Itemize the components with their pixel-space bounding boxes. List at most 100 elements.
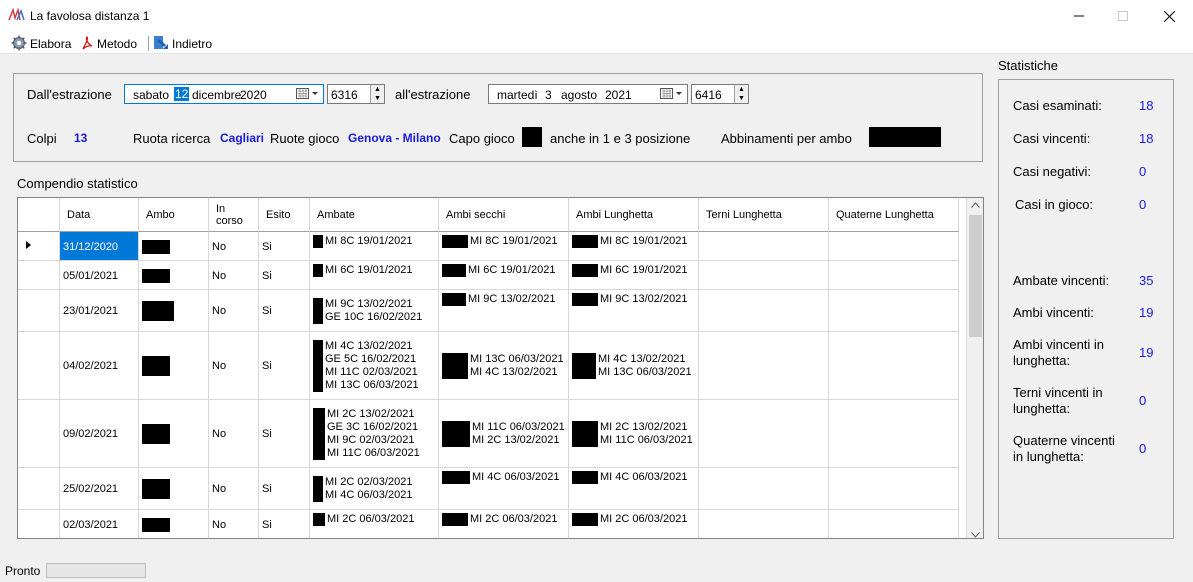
cell-in-corso[interactable]: No bbox=[209, 261, 259, 290]
cell-terni-lunghetta[interactable] bbox=[699, 510, 829, 538]
cell-terni-lunghetta[interactable] bbox=[699, 468, 829, 510]
cell-esito[interactable]: Si bbox=[259, 468, 310, 510]
cell-in-corso[interactable]: No bbox=[209, 290, 259, 332]
cell-quaterne-lunghetta[interactable] bbox=[829, 332, 959, 400]
from-number-stepper[interactable]: 6316 ▲ ▼ bbox=[327, 84, 385, 104]
chevron-down-icon[interactable]: ▼ bbox=[738, 95, 745, 103]
cell-data[interactable]: 05/01/2021 bbox=[60, 261, 139, 290]
cell-ambi-lunghetta[interactable]: MI 9C 13/02/2021 bbox=[569, 290, 699, 332]
table-row[interactable]: 05/01/2021 No Si MI 6C 19/01/2021 MI 6C 19/0… bbox=[18, 261, 959, 290]
cell-ambi-secchi[interactable]: MI 13C 06/03/2021 MI 4C 13/02/2021 bbox=[439, 332, 569, 400]
elabora-button[interactable]: Elabora bbox=[11, 35, 71, 53]
cell-esito[interactable]: Si bbox=[259, 261, 310, 290]
cell-ambi-secchi[interactable]: MI 2C 06/03/2021 bbox=[439, 510, 569, 538]
chevron-up-icon[interactable]: ▲ bbox=[738, 86, 745, 94]
to-month[interactable]: agosto bbox=[561, 88, 597, 102]
cell-ambi-lunghetta[interactable]: MI 4C 13/02/2021 MI 13C 06/03/2021 bbox=[569, 332, 699, 400]
cell-data[interactable]: 23/01/2021 bbox=[60, 290, 139, 332]
cell-quaterne-lunghetta[interactable] bbox=[829, 510, 959, 538]
cell-terni-lunghetta[interactable] bbox=[699, 332, 829, 400]
cell-quaterne-lunghetta[interactable] bbox=[829, 468, 959, 510]
cell-esito[interactable]: Si bbox=[259, 232, 310, 261]
cell-ambate[interactable]: MI 4C 13/02/2021 GE 5C 16/02/2021 MI 11C… bbox=[310, 332, 439, 400]
chevron-up-icon[interactable]: ▲ bbox=[374, 86, 381, 94]
from-year[interactable]: 2020 bbox=[240, 88, 267, 102]
cell-data[interactable]: 04/02/2021 bbox=[60, 332, 139, 400]
column-header-ambi-lunghetta[interactable]: Ambi Lunghetta bbox=[569, 198, 699, 232]
cell-quaterne-lunghetta[interactable] bbox=[829, 261, 959, 290]
cell-data[interactable]: 31/12/2020 bbox=[60, 232, 139, 261]
to-stepper-buttons[interactable]: ▲ ▼ bbox=[734, 85, 748, 103]
cell-ambate[interactable]: MI 2C 06/03/2021 bbox=[310, 510, 439, 538]
cell-ambi-lunghetta[interactable]: MI 2C 06/03/2021 bbox=[569, 510, 699, 538]
cell-ambate[interactable]: MI 9C 13/02/2021 GE 10C 16/02/2021 bbox=[310, 290, 439, 332]
cell-ambate[interactable]: MI 2C 13/02/2021 GE 3C 16/02/2021 MI 9C … bbox=[310, 400, 439, 468]
cell-in-corso[interactable]: No bbox=[209, 232, 259, 261]
cell-quaterne-lunghetta[interactable] bbox=[829, 400, 959, 468]
cell-ambo[interactable] bbox=[139, 332, 209, 400]
minimize-button[interactable] bbox=[1056, 0, 1102, 32]
cell-ambi-secchi[interactable]: MI 11C 06/03/2021 MI 2C 13/02/2021 bbox=[439, 400, 569, 468]
cell-ambo[interactable] bbox=[139, 400, 209, 468]
column-header-ambate[interactable]: Ambate bbox=[310, 198, 439, 232]
row-header[interactable] bbox=[18, 468, 60, 510]
to-year[interactable]: 2021 bbox=[605, 88, 632, 102]
cell-terni-lunghetta[interactable] bbox=[699, 232, 829, 261]
column-header-ambo[interactable]: Ambo bbox=[139, 198, 209, 232]
from-stepper-buttons[interactable]: ▲ ▼ bbox=[370, 85, 384, 103]
row-header[interactable] bbox=[18, 261, 60, 290]
cell-ambate[interactable]: MI 6C 19/01/2021 bbox=[310, 261, 439, 290]
cell-in-corso[interactable]: No bbox=[209, 400, 259, 468]
cell-ambo[interactable] bbox=[139, 232, 209, 261]
scroll-up-icon[interactable] bbox=[971, 201, 980, 210]
row-header[interactable] bbox=[18, 290, 60, 332]
cell-ambo[interactable] bbox=[139, 261, 209, 290]
column-header-ambi-secchi[interactable]: Ambi secchi bbox=[439, 198, 569, 232]
maximize-button[interactable] bbox=[1100, 0, 1146, 32]
cell-ambi-secchi[interactable]: MI 8C 19/01/2021 bbox=[439, 232, 569, 261]
cell-ambi-secchi[interactable]: MI 9C 13/02/2021 bbox=[439, 290, 569, 332]
cell-ambate[interactable]: MI 2C 02/03/2021 MI 4C 06/03/2021 bbox=[310, 468, 439, 510]
cell-in-corso[interactable]: No bbox=[209, 468, 259, 510]
indietro-button[interactable]: Indietro bbox=[153, 35, 212, 53]
cell-esito[interactable]: Si bbox=[259, 400, 310, 468]
cell-ambi-lunghetta[interactable]: MI 2C 13/02/2021 MI 11C 06/03/2021 bbox=[569, 400, 699, 468]
cell-quaterne-lunghetta[interactable] bbox=[829, 290, 959, 332]
close-button[interactable] bbox=[1146, 0, 1192, 32]
table-row[interactable]: 23/01/2021 No Si MI 9C 13/02/2021 GE 10C 16… bbox=[18, 290, 959, 332]
row-header[interactable] bbox=[18, 332, 60, 400]
from-month[interactable]: dicembre bbox=[192, 88, 241, 102]
from-date-picker[interactable]: sabato 12 dicembre 2020 bbox=[124, 84, 324, 104]
to-day[interactable]: 3 bbox=[545, 88, 552, 102]
table-row[interactable]: 25/02/2021 No Si MI 2C 02/03/2021 MI 4C 06/… bbox=[18, 468, 959, 510]
table-row[interactable]: 02/03/2021 No Si MI 2C 06/03/2021 MI 2C 06/0… bbox=[18, 510, 959, 538]
cell-ambi-secchi[interactable]: MI 4C 06/03/2021 bbox=[439, 468, 569, 510]
cell-ambo[interactable] bbox=[139, 290, 209, 332]
cell-quaterne-lunghetta[interactable] bbox=[829, 232, 959, 261]
cell-esito[interactable]: Si bbox=[259, 510, 310, 538]
table-row[interactable]: 09/02/2021 No Si MI 2C 13/02/2021 GE 3C 16/… bbox=[18, 400, 959, 468]
table-row[interactable]: 31/12/2020 No Si MI 8C 19/01/2021 MI 8C 19/0… bbox=[18, 232, 959, 261]
cell-terni-lunghetta[interactable] bbox=[699, 400, 829, 468]
cell-in-corso[interactable]: No bbox=[209, 332, 259, 400]
calendar-icon[interactable] bbox=[296, 88, 322, 103]
to-date-picker[interactable]: martedì 3 agosto 2021 bbox=[488, 84, 688, 104]
row-header[interactable] bbox=[18, 510, 60, 538]
metodo-button[interactable]: Metodo bbox=[80, 35, 137, 53]
cell-ambo[interactable] bbox=[139, 510, 209, 538]
vertical-scrollbar[interactable] bbox=[966, 198, 983, 538]
chevron-down-icon[interactable]: ▼ bbox=[374, 95, 381, 103]
column-header-esito[interactable]: Esito bbox=[259, 198, 310, 232]
cell-ambo[interactable] bbox=[139, 468, 209, 510]
results-grid[interactable]: Data Ambo In corso Esito Ambate Ambi sec… bbox=[17, 197, 984, 539]
cell-data[interactable]: 25/02/2021 bbox=[60, 468, 139, 510]
cell-ambi-lunghetta[interactable]: MI 8C 19/01/2021 bbox=[569, 232, 699, 261]
to-number-stepper[interactable]: 6416 ▲ ▼ bbox=[691, 84, 749, 104]
cell-terni-lunghetta[interactable] bbox=[699, 290, 829, 332]
cell-data[interactable]: 02/03/2021 bbox=[60, 510, 139, 538]
cell-terni-lunghetta[interactable] bbox=[699, 261, 829, 290]
from-day[interactable]: 12 bbox=[174, 87, 190, 101]
cell-data[interactable]: 09/02/2021 bbox=[60, 400, 139, 468]
cell-ambi-lunghetta[interactable]: MI 4C 06/03/2021 bbox=[569, 468, 699, 510]
column-header-terni-lunghetta[interactable]: Terni Lunghetta bbox=[699, 198, 829, 232]
